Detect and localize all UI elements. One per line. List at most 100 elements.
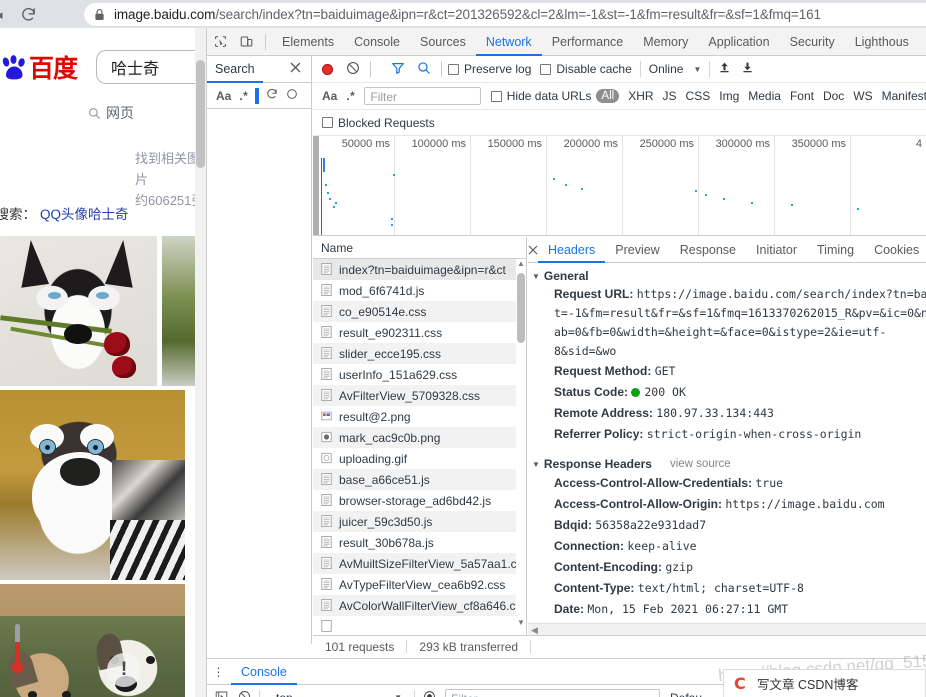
reload-icon[interactable] bbox=[18, 4, 38, 24]
table-row[interactable] bbox=[313, 616, 526, 635]
page-scrollbar[interactable] bbox=[195, 28, 206, 697]
tab-security[interactable]: Security bbox=[780, 28, 845, 56]
table-row[interactable]: mark_cac9c0b.png bbox=[313, 427, 526, 448]
eye-icon[interactable] bbox=[423, 690, 436, 697]
device-toolbar-icon[interactable] bbox=[233, 29, 259, 55]
csdn-popup[interactable]: C 写文章 CSDN博客 bbox=[723, 669, 926, 697]
type-filter-xhr[interactable]: XHR bbox=[628, 89, 653, 103]
tab-headers[interactable]: Headers bbox=[538, 237, 605, 263]
table-row[interactable]: index?tn=baiduimage&ipn=r&ct bbox=[313, 259, 526, 280]
table-row[interactable]: AvFilterView_5709328.css bbox=[313, 385, 526, 406]
tab-performance[interactable]: Performance bbox=[542, 28, 634, 56]
clear-network-log-icon[interactable] bbox=[346, 61, 360, 78]
request-list-scrollbar[interactable]: ▲ ▼ bbox=[516, 259, 526, 635]
close-icon[interactable] bbox=[290, 62, 304, 76]
table-row[interactable]: result_e902311.css bbox=[313, 322, 526, 343]
result-image-5[interactable] bbox=[0, 616, 185, 697]
table-row[interactable]: userInfo_151a629.css bbox=[313, 364, 526, 385]
view-source-link[interactable]: view source bbox=[670, 458, 731, 470]
table-row[interactable]: uploading.gif bbox=[313, 448, 526, 469]
result-image-1[interactable] bbox=[0, 236, 157, 386]
tab-elements[interactable]: Elements bbox=[272, 28, 344, 56]
blocked-requests-checkbox[interactable] bbox=[322, 117, 333, 128]
console-context-select[interactable]: top ▼ bbox=[276, 691, 406, 697]
column-header-name[interactable]: Name bbox=[321, 241, 353, 255]
search-network-icon[interactable] bbox=[417, 61, 431, 78]
throttling-select[interactable]: Online bbox=[649, 62, 684, 76]
more-options-icon[interactable]: ⋮ bbox=[207, 665, 231, 679]
tab-memory[interactable]: Memory bbox=[633, 28, 698, 56]
general-section-header[interactable]: ▼ General bbox=[528, 263, 926, 285]
type-filter-all[interactable]: All bbox=[596, 89, 620, 103]
tab-application[interactable]: Application bbox=[698, 28, 779, 56]
record-button-icon[interactable] bbox=[322, 63, 333, 75]
inspect-element-icon[interactable] bbox=[207, 29, 233, 55]
tab-lighthouse[interactable]: Lighthous bbox=[845, 28, 919, 56]
back-button[interactable]: ◂ bbox=[0, 8, 10, 21]
filter-icon[interactable] bbox=[391, 61, 405, 78]
tab-cookies[interactable]: Cookies bbox=[864, 237, 926, 263]
response-headers-section-header[interactable]: ▼ Response Headers view source bbox=[528, 451, 926, 473]
search-pane-title[interactable]: Search bbox=[207, 56, 263, 83]
hide-data-urls-label[interactable]: Hide data URLs bbox=[507, 89, 592, 103]
type-filter-ws[interactable]: WS bbox=[853, 89, 872, 103]
filter-regex-icon[interactable]: .* bbox=[346, 89, 355, 103]
preserve-log-checkbox[interactable] bbox=[448, 63, 459, 75]
export-har-icon[interactable] bbox=[741, 61, 754, 77]
filter-match-case-icon[interactable]: Aa bbox=[322, 89, 337, 103]
refresh-icon[interactable] bbox=[266, 88, 278, 103]
clear-console-icon[interactable] bbox=[238, 690, 251, 697]
type-filter-doc[interactable]: Doc bbox=[823, 89, 844, 103]
chevron-down-icon[interactable]: ▼ bbox=[532, 272, 540, 281]
match-case-icon[interactable]: Aa bbox=[216, 89, 231, 103]
blocked-requests-label[interactable]: Blocked Requests bbox=[338, 116, 435, 130]
type-filter-img[interactable]: Img bbox=[719, 89, 739, 103]
table-row[interactable]: juicer_59c3d50.js bbox=[313, 511, 526, 532]
page-scrollbar-thumb[interactable] bbox=[196, 60, 205, 168]
table-row[interactable]: AvColorWallFilterView_cf8a646.cs bbox=[313, 595, 526, 616]
baidu-logo[interactable]: 百度 bbox=[0, 52, 78, 83]
table-row[interactable]: browser-storage_ad6bd42.js bbox=[313, 490, 526, 511]
result-image-3[interactable] bbox=[0, 390, 185, 580]
chevron-down-icon[interactable]: ▼ bbox=[693, 65, 701, 74]
table-row[interactable]: result_30b678a.js bbox=[313, 532, 526, 553]
network-request-list[interactable]: Name index?tn=baiduimage&ipn=r&ct mod_6f… bbox=[313, 237, 527, 635]
chevron-down-icon[interactable]: ▼ bbox=[532, 460, 540, 469]
related-search-keyword[interactable]: QQ头像哈士奇 bbox=[40, 207, 129, 222]
console-levels-select[interactable]: Defau bbox=[670, 691, 702, 697]
tab-initiator[interactable]: Initiator bbox=[746, 237, 807, 263]
scroll-up-icon[interactable]: ▲ bbox=[517, 259, 525, 268]
scroll-down-icon[interactable]: ▼ bbox=[517, 618, 525, 627]
table-row[interactable]: result@2.png bbox=[313, 406, 526, 427]
tab-response[interactable]: Response bbox=[670, 237, 746, 263]
network-overview-timeline[interactable]: 50000 ms 100000 ms 150000 ms 200000 ms 2… bbox=[313, 136, 926, 236]
web-tab-link[interactable]: 网页 bbox=[88, 103, 134, 123]
tab-console[interactable]: Console bbox=[344, 28, 410, 56]
result-image-2[interactable] bbox=[162, 236, 195, 386]
tab-network[interactable]: Network bbox=[476, 28, 542, 56]
close-details-icon[interactable] bbox=[528, 245, 538, 255]
tab-sources[interactable]: Sources bbox=[410, 28, 476, 56]
tab-preview[interactable]: Preview bbox=[605, 237, 669, 263]
import-har-icon[interactable] bbox=[718, 61, 731, 77]
details-horizontal-scrollbar[interactable]: ◀ bbox=[528, 623, 926, 635]
type-filter-js[interactable]: JS bbox=[663, 89, 677, 103]
preserve-log-label[interactable]: Preserve log bbox=[464, 62, 531, 76]
type-filter-css[interactable]: CSS bbox=[686, 89, 711, 103]
table-row[interactable]: AvTypeFilterView_cea6b92.css bbox=[313, 574, 526, 595]
search-text-cursor[interactable] bbox=[255, 87, 260, 104]
hide-data-urls-checkbox[interactable] bbox=[490, 90, 502, 102]
type-filter-font[interactable]: Font bbox=[790, 89, 814, 103]
table-row[interactable]: base_a66ce51.js bbox=[313, 469, 526, 490]
type-filter-media[interactable]: Media bbox=[748, 89, 781, 103]
disable-cache-checkbox[interactable] bbox=[540, 63, 552, 75]
table-row[interactable]: mod_6f6741d.js bbox=[313, 280, 526, 301]
table-row[interactable]: co_e90514e.css bbox=[313, 301, 526, 322]
regex-icon[interactable]: .* bbox=[239, 89, 248, 103]
table-row[interactable]: slider_ecce195.css bbox=[313, 343, 526, 364]
scroll-left-icon[interactable]: ◀ bbox=[531, 625, 538, 635]
type-filter-manifest[interactable]: Manifest bbox=[882, 89, 926, 103]
search-input[interactable]: 哈士奇 bbox=[96, 50, 206, 84]
console-filter-input[interactable]: Filter bbox=[445, 688, 660, 697]
clear-search-icon[interactable] bbox=[286, 88, 298, 103]
